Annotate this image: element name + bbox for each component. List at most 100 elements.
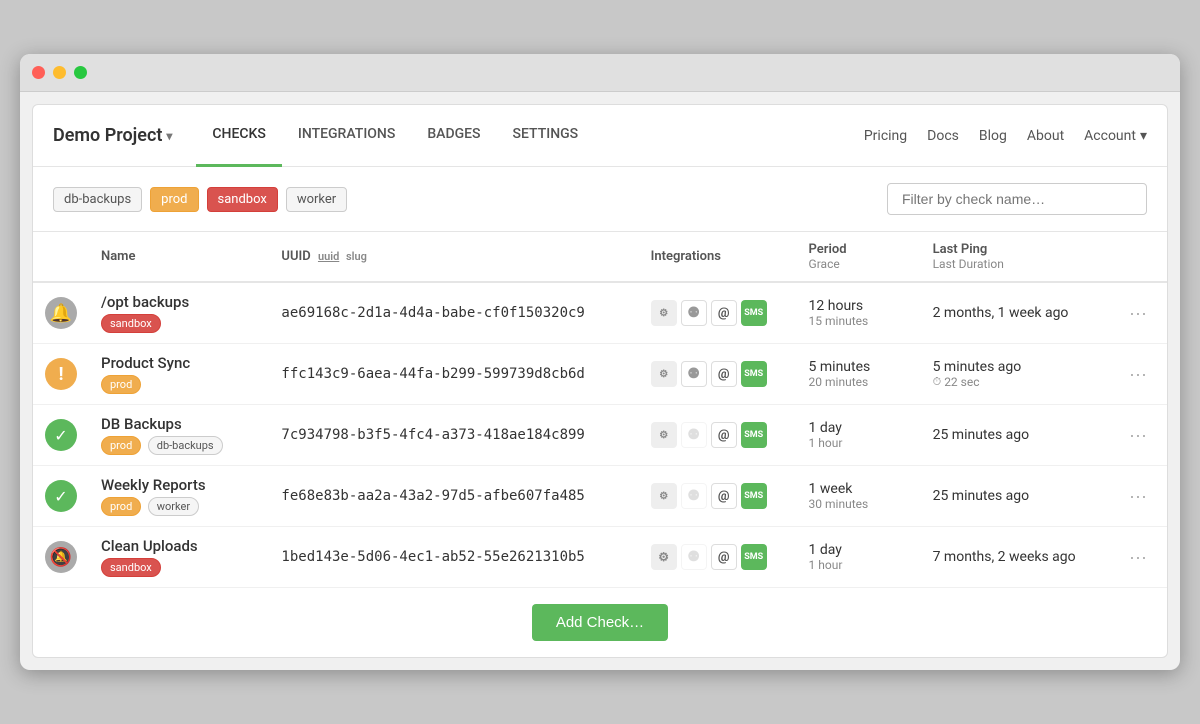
check-name[interactable]: /opt backups <box>101 293 257 311</box>
lastping-cell: 5 minutes ago ⏱ 22 sec <box>921 344 1109 405</box>
th-actions <box>1109 232 1167 283</box>
email-icon[interactable]: @ <box>711 422 737 448</box>
lastping-cell: 7 months, 2 weeks ago <box>921 527 1109 588</box>
filter-tag-db-backups[interactable]: db-backups <box>53 187 142 212</box>
status-icon-muted: 🔕 <box>45 541 77 573</box>
period-cell: 5 minutes 20 minutes <box>797 344 921 405</box>
grace-value: 1 hour <box>809 558 909 572</box>
grace-value: 15 minutes <box>809 314 909 328</box>
period-value: 1 day <box>809 542 909 558</box>
th-uuid: UUID uuid slug <box>269 232 638 283</box>
pagerduty-icon[interactable]: ⚉ <box>681 483 707 509</box>
sms-icon[interactable]: SMS <box>741 483 767 509</box>
webhook-icon[interactable]: ⚙ <box>651 300 677 326</box>
tab-settings[interactable]: SETTINGS <box>497 105 595 167</box>
project-dropdown[interactable]: Demo Project ▾ <box>53 125 172 146</box>
filter-search-container <box>887 183 1147 215</box>
grace-value: 1 hour <box>809 436 909 450</box>
period-value: 1 day <box>809 420 909 436</box>
sms-icon[interactable]: SMS <box>741 422 767 448</box>
app-content: Demo Project ▾ CHECKS INTEGRATIONS BADGE… <box>32 104 1168 658</box>
sms-icon[interactable]: SMS <box>741 300 767 326</box>
pagerduty-icon[interactable]: ⚉ <box>681 422 707 448</box>
add-check-button[interactable]: Add Check… <box>532 604 668 641</box>
email-icon[interactable]: @ <box>711 483 737 509</box>
check-name[interactable]: Product Sync <box>101 354 257 372</box>
uuid-cell: 7c934798-b3f5-4fc4-a373-418ae184c899 <box>269 405 638 466</box>
name-cell: Clean Uploads sandbox <box>89 527 269 588</box>
filter-search-input[interactable] <box>887 183 1147 215</box>
webhook-icon[interactable]: ⚙ <box>651 422 677 448</box>
more-button[interactable]: ··· <box>1121 482 1155 511</box>
integrations-cell: ⚙ ⚉ @ SMS <box>639 466 797 527</box>
tab-badges[interactable]: BADGES <box>411 105 496 167</box>
titlebar <box>20 54 1180 92</box>
th-uuid-uuid: uuid <box>318 250 339 263</box>
status-icon-new: 🔔 <box>45 297 77 329</box>
tag-pill[interactable]: sandbox <box>101 558 161 577</box>
more-button[interactable]: ··· <box>1121 360 1155 389</box>
table-row: ✓ DB Backups prod db-backups 7c934798-b3… <box>33 405 1167 466</box>
more-button[interactable]: ··· <box>1121 543 1155 572</box>
tab-checks[interactable]: CHECKS <box>196 105 281 167</box>
filter-tag-prod[interactable]: prod <box>150 187 198 212</box>
add-check-wrapper: Add Check… <box>33 588 1167 657</box>
tag-pill[interactable]: prod <box>101 375 141 394</box>
pagerduty-icon[interactable]: ⚉ <box>681 300 707 326</box>
more-button[interactable]: ··· <box>1121 421 1155 450</box>
email-icon[interactable]: @ <box>711 361 737 387</box>
pricing-link[interactable]: Pricing <box>864 128 907 144</box>
tag-pill[interactable]: prod <box>101 497 141 516</box>
sms-icon[interactable]: SMS <box>741 544 767 570</box>
check-name[interactable]: DB Backups <box>101 415 257 433</box>
check-name[interactable]: Weekly Reports <box>101 476 257 494</box>
period-cell: 1 day 1 hour <box>797 405 921 466</box>
sms-icon[interactable]: SMS <box>741 361 767 387</box>
lastping-cell: 25 minutes ago <box>921 466 1109 527</box>
actions-cell: ··· <box>1109 527 1167 588</box>
uuid-cell: 1bed143e-5d06-4ec1-ab52-55e2621310b5 <box>269 527 638 588</box>
account-dropdown[interactable]: Account ▾ <box>1084 128 1147 144</box>
filter-tag-sandbox[interactable]: sandbox <box>207 187 278 212</box>
grace-value: 20 minutes <box>809 375 909 389</box>
about-link[interactable]: About <box>1027 128 1064 144</box>
tag-pill[interactable]: prod <box>101 436 141 455</box>
webhook-icon[interactable]: ⚙ <box>651 544 677 570</box>
minimize-btn[interactable] <box>53 66 66 79</box>
status-cell: 🔔 <box>33 282 89 344</box>
check-name[interactable]: Clean Uploads <box>101 537 257 555</box>
actions-cell: ··· <box>1109 466 1167 527</box>
tag-pill[interactable]: db-backups <box>148 436 223 455</box>
pagerduty-icon[interactable]: ⚉ <box>681 544 707 570</box>
nav-right: Pricing Docs Blog About Account ▾ <box>864 128 1147 144</box>
filter-tag-worker[interactable]: worker <box>286 187 347 212</box>
blog-link[interactable]: Blog <box>979 128 1007 144</box>
actions-cell: ··· <box>1109 282 1167 344</box>
tab-integrations[interactable]: INTEGRATIONS <box>282 105 411 167</box>
webhook-icon[interactable]: ⚙ <box>651 361 677 387</box>
table-row: ✓ Weekly Reports prod worker fe68e83b-aa… <box>33 466 1167 527</box>
th-uuid-slug: slug <box>346 250 367 263</box>
app-window: Demo Project ▾ CHECKS INTEGRATIONS BADGE… <box>20 54 1180 670</box>
close-btn[interactable] <box>32 66 45 79</box>
account-caret-icon: ▾ <box>1140 128 1147 144</box>
email-icon[interactable]: @ <box>711 544 737 570</box>
period-value: 5 minutes <box>809 359 909 375</box>
more-button[interactable]: ··· <box>1121 299 1155 328</box>
tag-pill[interactable]: worker <box>148 497 199 516</box>
uuid-cell: ae69168c-2d1a-4d4a-babe-cf0f150320c9 <box>269 282 638 344</box>
nav-tabs: CHECKS INTEGRATIONS BADGES SETTINGS <box>196 105 863 167</box>
docs-link[interactable]: Docs <box>927 128 959 144</box>
maximize-btn[interactable] <box>74 66 87 79</box>
table-row: 🔔 /opt backups sandbox ae69168c-2d1a-4d4… <box>33 282 1167 344</box>
tag-pill[interactable]: sandbox <box>101 314 161 333</box>
pagerduty-icon[interactable]: ⚉ <box>681 361 707 387</box>
uuid-cell: fe68e83b-aa2a-43a2-97d5-afbe607fa485 <box>269 466 638 527</box>
status-cell: 🔕 <box>33 527 89 588</box>
webhook-icon[interactable]: ⚙ <box>651 483 677 509</box>
uuid-cell: ffc143c9-6aea-44fa-b299-599739d8cb6d <box>269 344 638 405</box>
th-period: Period Grace <box>797 232 921 283</box>
email-icon[interactable]: @ <box>711 300 737 326</box>
status-icon-ok: ✓ <box>45 419 77 451</box>
th-name: Name <box>89 232 269 283</box>
